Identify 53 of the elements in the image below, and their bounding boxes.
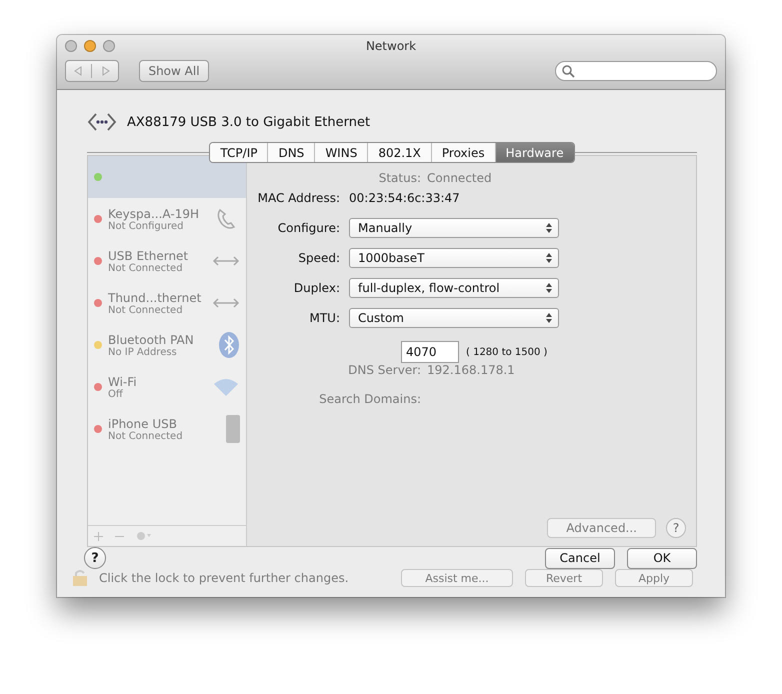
tab[interactable]: Proxies [430,143,495,162]
mac-address: 00:23:54:6c:33:47 [349,190,461,207]
detail-value: 192.168.178.1 [427,363,515,377]
range-hint: ( 1280 to 1500 ) [466,346,548,358]
popup-menu[interactable]: Custom [349,308,559,328]
field-label: Duplex: [294,281,340,295]
ok-button[interactable]: OK [627,548,697,568]
window-title: Network [366,39,416,53]
tab[interactable]: Hardware [494,143,574,162]
tab[interactable]: WINS [314,143,368,162]
service-status: Not Connected [108,430,184,442]
field-label: Configure: [278,221,340,235]
popup-menu[interactable]: full-duplex, flow-control [349,278,559,298]
service-status: Off [108,388,124,400]
detail-label: Search Domains: [318,392,421,406]
service-item[interactable]: Thund...thernet Not Connected [88,282,246,324]
service-item[interactable]: iPhone USB Not Connected [88,408,246,450]
service-name: Wi-Fi [108,374,138,388]
service-name: iPhone USB [108,416,178,430]
service-status: Not Connected [108,262,184,274]
pane-button[interactable]: Apply [615,569,693,587]
pane-button[interactable]: Revert [525,569,603,587]
service-name: Thund...thernet [108,290,202,304]
popup-menu[interactable]: Manually [349,218,559,238]
service-item[interactable]: Wi-Fi Off [88,366,246,408]
status-label: Status: [378,171,421,185]
service-name: USB Ethernet [108,248,190,262]
service-item[interactable]: USB Ethernet Not Connected [88,240,246,282]
field-label: MTU: [309,311,340,325]
detail-label: DNS Server: [347,363,421,377]
service-item[interactable]: Bluetooth PAN No IP Address [88,324,246,366]
pane-button[interactable]: Assist me... [401,569,513,587]
status-value: Connected [427,171,492,185]
advanced-button[interactable]: Advanced... [547,518,656,538]
field-label: MAC Address: [258,191,340,205]
service-name: Bluetooth PAN [108,332,195,346]
interface-name: AX88179 USB 3.0 to Gigabit Ethernet [127,114,370,130]
service-item[interactable]: Keyspa...A-19H Not Configured [88,198,246,240]
tab[interactable]: TCP/IP [210,143,268,162]
tab[interactable]: DNS [267,143,314,162]
show-all-button[interactable]: Show All [139,60,209,82]
help-button[interactable]: ? [84,547,106,569]
service-status: Not Configured [108,220,185,232]
service-status: No IP Address [108,346,178,358]
service-name: Keyspa...A-19H [108,206,200,220]
help-button[interactable]: ? [666,518,686,538]
popup-menu[interactable]: 1000baseT [349,248,559,268]
tab[interactable]: 802.1X [367,143,431,162]
service-status: Not Connected [108,304,184,316]
lock-message: Click the lock to prevent further changes. [99,571,350,585]
cancel-button[interactable]: Cancel [545,548,615,568]
field-label: Speed: [298,251,340,265]
mtu-input[interactable]: 4070 [401,341,459,363]
